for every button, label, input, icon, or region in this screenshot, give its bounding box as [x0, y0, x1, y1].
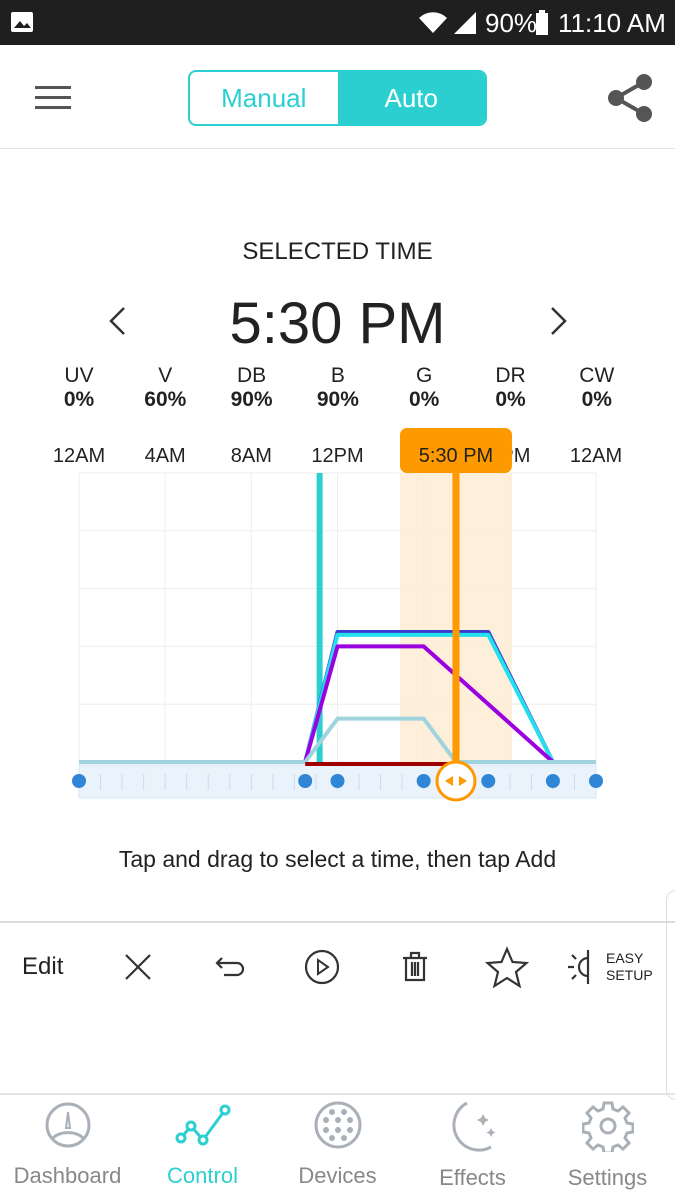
- x-tick-label: 8AM: [231, 445, 272, 467]
- clock: 11:10 AM: [558, 8, 666, 38]
- schedule-chart[interactable]: 12AM4AM8AM12PM4PM8PM12AM5:30 PM: [0, 420, 675, 820]
- selected-time-badge-label: 5:30 PM: [419, 445, 493, 467]
- channel-value: 0%: [495, 388, 526, 411]
- channel-value: 60%: [144, 388, 187, 411]
- channel-name: UV: [64, 364, 94, 387]
- share-icon[interactable]: [606, 73, 654, 123]
- channel-name: V: [158, 364, 173, 387]
- channel-cw: CW 0%: [557, 364, 637, 412]
- image-icon: [11, 12, 33, 32]
- channel-value: 0%: [581, 388, 612, 411]
- nav-devices[interactable]: Devices: [270, 1100, 405, 1189]
- close-icon[interactable]: [124, 953, 152, 981]
- gear-icon: [581, 1101, 634, 1155]
- manual-tab[interactable]: Manual: [190, 72, 338, 124]
- channel-value: 0%: [63, 388, 95, 411]
- star-icon[interactable]: [485, 946, 529, 988]
- auto-tab[interactable]: Auto: [337, 72, 485, 124]
- control-point[interactable]: [416, 774, 431, 788]
- control-point[interactable]: [589, 774, 603, 788]
- menu-icon[interactable]: [35, 85, 71, 111]
- control-point[interactable]: [298, 774, 313, 788]
- play-icon[interactable]: [303, 948, 341, 986]
- easy-setup-icon[interactable]: [566, 948, 596, 986]
- status-bar: 90% 11:10 AM: [0, 0, 675, 45]
- device-grid-icon: [314, 1101, 361, 1149]
- channel-db: DB 90%: [212, 364, 292, 412]
- channel-v: V 60%: [125, 364, 205, 412]
- nav-settings[interactable]: Settings: [540, 1100, 675, 1191]
- easy-setup-button[interactable]: EASY SETUP: [606, 950, 653, 984]
- next-time-button[interactable]: [548, 306, 570, 336]
- easy-label: EASY: [606, 950, 644, 966]
- edit-label: Edit: [22, 953, 64, 980]
- trash-icon[interactable]: [400, 950, 430, 984]
- channel-name: G: [416, 364, 433, 387]
- mode-toggle: Manual Auto: [188, 70, 487, 126]
- prev-time-button[interactable]: [106, 306, 128, 336]
- channel-g: G 0%: [384, 364, 464, 412]
- nav-label: Control: [167, 1163, 238, 1188]
- gauge-icon: [45, 1102, 90, 1148]
- header: Manual Auto: [0, 45, 675, 149]
- divider: [0, 921, 675, 923]
- control-point[interactable]: [330, 774, 345, 788]
- moon-stars-icon: [452, 1101, 495, 1152]
- nav-control[interactable]: Control: [135, 1100, 270, 1189]
- control-point[interactable]: [481, 774, 496, 788]
- drag-handle[interactable]: [435, 760, 477, 802]
- setup-label: SETUP: [606, 967, 653, 983]
- control-point[interactable]: [72, 774, 86, 788]
- selected-time-label: SELECTED TIME: [242, 238, 433, 265]
- wifi-icon: [419, 12, 447, 34]
- selected-time: 5:30 PM: [229, 291, 446, 356]
- signal-icon: [454, 12, 476, 34]
- nav-label: Effects: [439, 1165, 506, 1190]
- channel-value: 90%: [230, 388, 273, 411]
- nav-label: Dashboard: [13, 1163, 122, 1188]
- x-tick-label: 4AM: [145, 445, 186, 467]
- channel-dr: DR 0%: [471, 364, 551, 412]
- nav-label: Devices: [298, 1163, 377, 1188]
- divider: [0, 1093, 675, 1095]
- x-tick-label: 12AM: [570, 445, 622, 467]
- x-tick-label: 12AM: [53, 445, 105, 467]
- channel-name: DB: [237, 364, 267, 387]
- channel-name: DR: [495, 364, 526, 387]
- channel-name: CW: [579, 364, 615, 387]
- channel-value: 0%: [409, 388, 440, 411]
- battery-percent: 90%: [485, 8, 538, 38]
- chart-line-icon: [175, 1104, 230, 1146]
- nav-label: Settings: [567, 1165, 648, 1190]
- channel-uv: UV 0%: [39, 364, 119, 412]
- channel-value: 90%: [316, 388, 359, 411]
- nav-effects[interactable]: Effects: [405, 1100, 540, 1191]
- undo-icon[interactable]: [214, 955, 246, 979]
- nav-dashboard[interactable]: Dashboard: [0, 1100, 135, 1189]
- channel-name: B: [330, 364, 345, 387]
- control-point[interactable]: [545, 774, 560, 788]
- battery-icon: [536, 10, 548, 35]
- x-tick-label: 12PM: [311, 445, 363, 467]
- scrollbar[interactable]: [666, 890, 675, 1100]
- hint-text: Tap and drag to select a time, then tap …: [118, 846, 557, 872]
- channel-b: B 90%: [298, 364, 378, 412]
